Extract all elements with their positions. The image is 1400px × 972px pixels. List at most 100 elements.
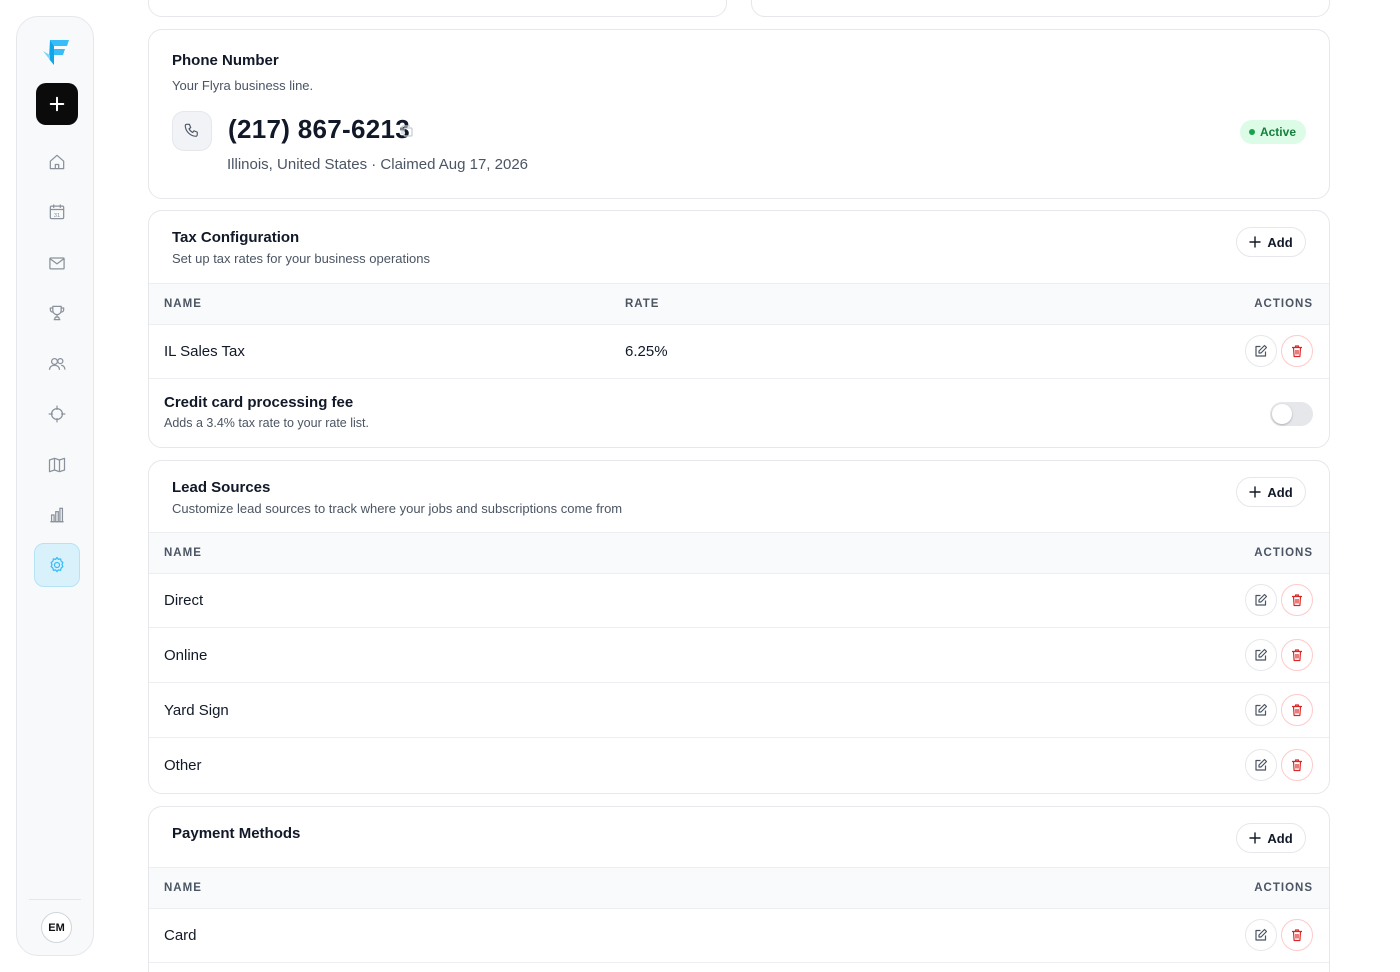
add-tax-label: Add [1267,234,1293,250]
tax-table-header: NAME RATE ACTIONS [149,283,1329,325]
edit-icon [1255,648,1268,661]
trash-icon [1292,345,1302,358]
column-header-actions: ACTIONS [1254,298,1313,310]
nav-calendar[interactable]: 31 [34,190,80,234]
plus-icon [1249,832,1262,844]
payment-methods-table-header: NAME ACTIONS [149,867,1329,909]
lead-source-name: Yard Sign [164,702,229,719]
trash-icon [1292,704,1302,717]
lead-sources-table-header: NAME ACTIONS [149,532,1329,574]
edit-icon [1255,593,1268,606]
payment-method-name: Card [164,927,197,944]
map-icon [48,457,66,473]
edit-button[interactable] [1245,694,1277,726]
trash-icon [1292,594,1302,607]
flyra-logo[interactable] [41,37,71,67]
trophy-icon [49,305,65,321]
nav-customers[interactable] [34,342,80,386]
trash-icon [1292,649,1302,662]
plus-icon [1249,486,1262,498]
row-actions [1245,749,1313,781]
delete-button[interactable] [1281,584,1313,616]
processing-fee-toggle[interactable] [1270,402,1313,426]
delete-button[interactable] [1281,694,1313,726]
tax-rate: 6.25% [625,343,668,360]
edit-icon [1255,928,1268,941]
edit-icon [1255,703,1268,716]
phone-number-card: Phone Number Your Flyra business line. (… [148,29,1330,199]
column-header-actions: ACTIONS [1254,547,1313,559]
home-icon [49,154,65,170]
add-payment-method-button[interactable]: Add [1236,823,1306,853]
tax-name: IL Sales Tax [164,343,245,360]
table-row: Other [149,738,1329,793]
user-avatar[interactable]: EM [41,912,72,943]
lead-source-name: Other [164,757,202,774]
trash-icon [1292,929,1302,942]
column-header-actions: ACTIONS [1254,882,1313,894]
tax-card-subtitle: Set up tax rates for your business opera… [172,251,430,266]
column-header-name: NAME [164,298,202,310]
edit-button[interactable] [1245,584,1277,616]
phone-icon-box [172,111,212,151]
edit-button[interactable] [1245,919,1277,951]
table-row: Online [149,628,1329,683]
calendar-icon: 31 [49,204,65,220]
lead-sources-title: Lead Sources [172,479,271,496]
status-badge: Active [1239,120,1306,144]
payment-methods-title: Payment Methods [172,825,301,842]
edit-button[interactable] [1245,639,1277,671]
table-row: Direct [149,573,1329,628]
delete-button[interactable] [1281,749,1313,781]
column-header-rate: RATE [625,298,660,310]
edit-button[interactable] [1245,749,1277,781]
copy-icon[interactable] [400,124,414,138]
new-item-button[interactable] [36,83,78,125]
previous-card-left [148,0,727,17]
phone-icon [184,123,198,137]
nav-targets[interactable] [34,392,80,436]
row-actions [1245,694,1313,726]
processing-fee-row: Credit card processing fee Adds a 3.4% t… [149,379,1329,447]
row-actions [1245,919,1313,951]
nav-home[interactable] [34,140,80,184]
column-header-name: NAME [164,547,202,559]
phone-card-subtitle: Your Flyra business line. [172,78,314,93]
users-icon [48,357,66,370]
delete-button[interactable] [1281,335,1313,367]
nav-settings[interactable] [34,543,80,587]
add-payment-method-label: Add [1267,830,1293,846]
table-row: Yard Sign [149,683,1329,738]
row-actions [1245,335,1313,367]
status-dot [1248,129,1255,135]
add-lead-source-label: Add [1267,484,1293,500]
sidebar-divider [29,899,81,900]
gear-icon [50,556,64,573]
row-actions [1245,639,1313,671]
column-header-name: NAME [164,882,202,894]
delete-button[interactable] [1281,919,1313,951]
payment-methods-card: Payment Methods Add NAME ACTIONS Card [148,806,1330,972]
nav-messages[interactable] [34,241,80,285]
lead-sources-subtitle: Customize lead sources to track where yo… [172,501,623,516]
phone-location-meta: Illinois, United States · Claimed Aug 17… [227,156,529,173]
delete-button[interactable] [1281,639,1313,671]
lead-source-name: Online [164,647,208,664]
edit-icon [1255,758,1268,771]
lead-source-name: Direct [164,592,204,609]
phone-number-value: (217) 867-6213 [228,114,410,144]
nav-reports[interactable] [34,493,80,537]
edit-button[interactable] [1245,335,1277,367]
table-row: IL Sales Tax 6.25% [149,324,1329,379]
add-lead-source-button[interactable]: Add [1236,477,1306,507]
fee-subtitle: Adds a 3.4% tax rate to your rate list. [164,416,369,430]
fee-title: Credit card processing fee [164,394,354,411]
trash-icon [1292,759,1302,772]
mail-icon [49,257,65,270]
crosshair-icon [48,405,66,423]
nav-map[interactable] [34,443,80,487]
add-tax-button[interactable]: Add [1236,227,1306,257]
nav-achievements[interactable] [34,291,80,335]
tax-card-title: Tax Configuration [172,229,300,246]
edit-icon [1255,344,1268,357]
